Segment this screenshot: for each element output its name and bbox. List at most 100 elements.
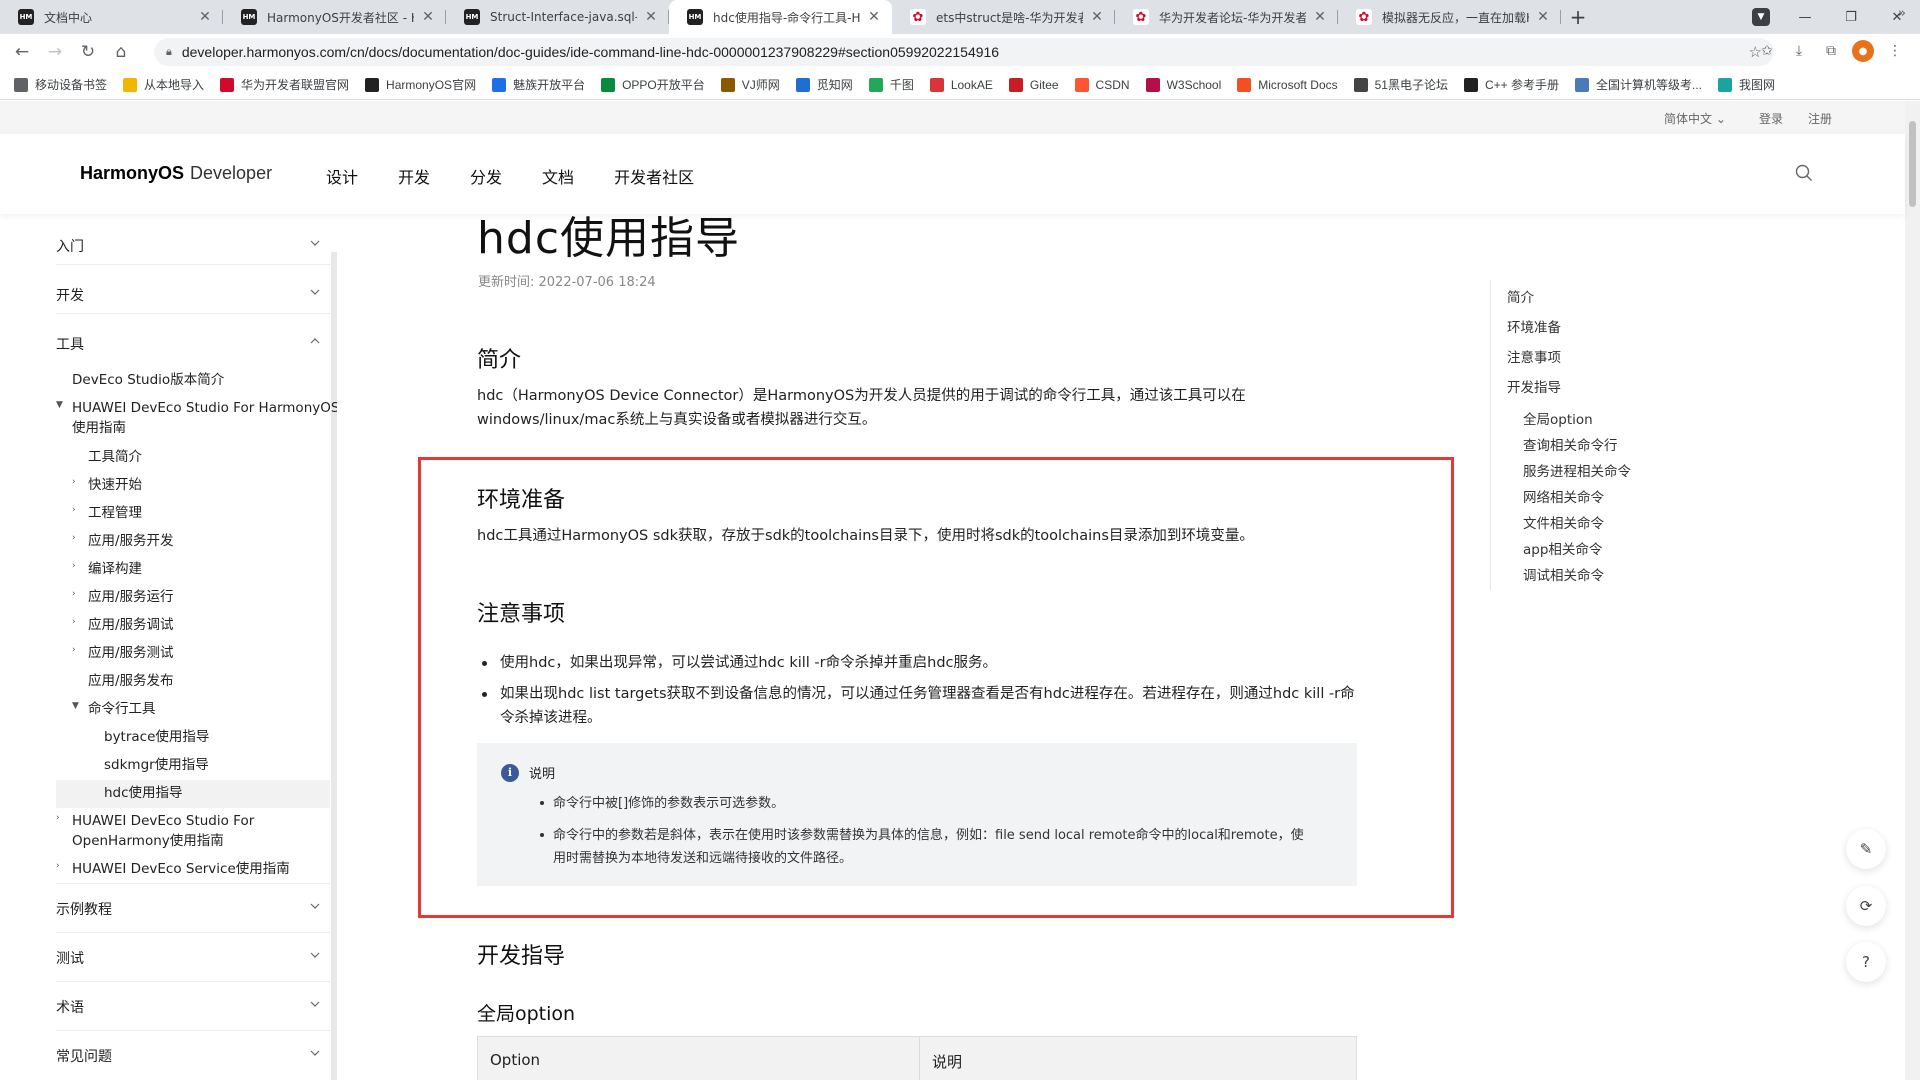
bookmark-item[interactable]: Microsoft Docs [1237, 77, 1338, 92]
toc-item[interactable]: 简介 [1507, 286, 1534, 306]
sidebar-item-sdkmgr[interactable]: sdkmgr使用指导 [104, 756, 209, 776]
restore-icon[interactable]: ❐ [1828, 0, 1874, 34]
feedback-edit-icon[interactable]: ✎ [1846, 829, 1886, 869]
sidebar-section-getting-started[interactable]: 入门 [56, 236, 320, 256]
sidebar-item-deveco-version[interactable]: DevEco Studio版本简介 [72, 371, 224, 391]
toc-subitem[interactable]: 网络相关命令 [1523, 486, 1604, 506]
bookmark-item[interactable]: 全国计算机等级考... [1575, 76, 1702, 93]
sidebar-item-hdc-selected[interactable]: hdc使用指导 [56, 780, 330, 808]
sidebar-item-deveco-openharmony[interactable]: › HUAWEI DevEco Studio For OpenHarmony使用… [56, 812, 254, 851]
home-icon[interactable]: ⌂ [105, 36, 137, 68]
help-icon[interactable]: ? [1846, 942, 1886, 982]
bookmark-item[interactable]: 觅知网 [795, 76, 853, 93]
sidebar-item-tool-intro[interactable]: 工具简介 [88, 448, 142, 468]
close-tab-icon[interactable]: ✕ [1535, 9, 1551, 25]
bookmark-item[interactable]: 51黑电子论坛 [1353, 76, 1448, 93]
sidebar-item-quick-start[interactable]: › 快速开始 [72, 476, 142, 496]
toc-subitem[interactable]: 查询相关命令行 [1523, 434, 1618, 454]
bookmark-item[interactable]: 我图网 [1718, 76, 1775, 93]
close-tab-icon[interactable]: ✕ [420, 9, 436, 25]
sidebar-section-glossary[interactable]: 术语 [56, 997, 320, 1017]
bookmark-item[interactable]: 从本地导入 [123, 76, 204, 93]
download-icon[interactable]: ⤓ [1788, 40, 1810, 62]
scrollbar-thumb[interactable] [1909, 121, 1916, 207]
new-tab-button[interactable]: + [1561, 0, 1595, 34]
nav-item-docs[interactable]: 文档 [542, 164, 574, 188]
nav-item-community[interactable]: 开发者社区 [614, 164, 694, 188]
sidebar-section-samples[interactable]: 示例教程 [56, 899, 320, 919]
refresh-icon[interactable]: ⟳ [1846, 886, 1886, 926]
forward-icon[interactable]: → [39, 36, 71, 68]
menu-icon[interactable]: ⋮ [1884, 40, 1906, 62]
close-tab-icon[interactable]: ✕ [197, 9, 213, 25]
bookmark-item[interactable]: 魅族开放平台 [492, 76, 585, 93]
bookmark-item[interactable]: VJ师网 [720, 76, 780, 93]
nav-item-develop[interactable]: 开发 [398, 164, 430, 188]
bookmark-item[interactable]: 千图 [868, 76, 914, 93]
toc-subitem[interactable]: 调试相关命令 [1523, 564, 1604, 584]
register-link[interactable]: 注册 [1808, 110, 1832, 127]
sidebar-section-faq[interactable]: 常见问题 [56, 1046, 320, 1066]
sidebar-item-deveco-service[interactable]: › HUAWEI DevEco Service使用指南 [56, 860, 290, 880]
bookmark-item[interactable]: LookAE [929, 77, 993, 92]
page-scrollbar[interactable] [1905, 101, 1920, 1080]
sidebar-item-app-dev[interactable]: › 应用/服务开发 [72, 532, 174, 552]
browser-tab[interactable]: ✿ ets中struct是啥-华为开发者 ✕ [892, 0, 1115, 34]
bookmark-item[interactable]: CSDN [1074, 77, 1130, 92]
bookmark-item[interactable]: Gitee [1008, 77, 1059, 92]
browser-tab-active[interactable]: HM hdc使用指导-命令行工具-HU ✕ [669, 0, 892, 34]
language-selector[interactable]: 简体中文 ⌄ [1664, 110, 1726, 127]
sidebar-item-project-mgmt[interactable]: › 工程管理 [72, 504, 142, 524]
bookmark-icon [123, 77, 138, 92]
close-tab-icon[interactable]: ✕ [1312, 9, 1328, 25]
sidebar-item-deveco-harmonyos[interactable]: ▼ HUAWEI DevEco Studio For HarmonyOS 使用指… [56, 399, 337, 438]
browser-tab[interactable]: HM 文档中心 ✕ [0, 0, 223, 34]
close-tab-icon[interactable]: ✕ [643, 9, 659, 25]
close-tab-icon[interactable]: ✕ [866, 9, 882, 25]
sidebar-item-app-test[interactable]: › 应用/服务测试 [72, 644, 174, 664]
more-bookmarks-icon[interactable]: » [1898, 6, 1906, 21]
minimize-icon[interactable]: — [1782, 0, 1828, 34]
bookmark-item[interactable]: C++ 参考手册 [1463, 76, 1559, 93]
extensions-icon[interactable]: ⧉ [1820, 40, 1842, 62]
browser-tab[interactable]: HM HarmonyOS开发者社区 - Ha ✕ [223, 0, 446, 34]
nav-item-distribute[interactable]: 分发 [470, 164, 502, 188]
toc-item[interactable]: 环境准备 [1507, 316, 1561, 336]
toc-item[interactable]: 开发指导 [1507, 376, 1561, 396]
tab-title: 模拟器无反应，一直在加载H [1382, 10, 1529, 25]
sidebar-item-bytrace[interactable]: bytrace使用指导 [104, 728, 209, 748]
sidebar-item-app-debug[interactable]: › 应用/服务调试 [72, 616, 174, 636]
sidebar-item-build[interactable]: › 编译构建 [72, 560, 142, 580]
browser-tab[interactable]: ✿ 模拟器无反应，一直在加载H ✕ [1338, 0, 1561, 34]
tab-search-icon[interactable]: ▼ [1752, 8, 1770, 26]
search-icon[interactable] [1795, 164, 1813, 182]
back-icon[interactable]: ← [6, 36, 38, 68]
toc-subitem[interactable]: 文件相关命令 [1523, 512, 1604, 532]
address-bar[interactable]: 🔒︎ developer.harmonyos.com/cn/docs/docum… [154, 38, 1774, 66]
bookmark-item[interactable]: 华为开发者联盟官网 [220, 76, 349, 93]
favorites-icon[interactable]: ✩ [1756, 40, 1778, 62]
site-logo[interactable]: HarmonyOS Developer [80, 163, 272, 184]
browser-tab[interactable]: HM Struct-Interface-java.sql-Jav ✕ [446, 0, 669, 34]
close-tab-icon[interactable]: ✕ [1089, 9, 1105, 25]
nav-item-design[interactable]: 设计 [326, 164, 358, 188]
toc-subitem[interactable]: app相关命令 [1523, 538, 1602, 558]
bookmark-item[interactable]: OPPO开放平台 [601, 76, 705, 93]
sidebar-section-testing[interactable]: 测试 [56, 948, 320, 968]
bookmark-item[interactable]: 移动设备书签 [14, 76, 107, 93]
sidebar-item-cli-tools[interactable]: ▼ 命令行工具 [72, 700, 156, 720]
toc-subitem[interactable]: 服务进程相关命令 [1523, 460, 1631, 480]
browser-tab[interactable]: ✿ 华为开发者论坛-华为开发者 ✕ [1115, 0, 1338, 34]
toc-subitem[interactable]: 全局option [1523, 408, 1593, 428]
bookmark-item[interactable]: HarmonyOS官网 [365, 76, 476, 93]
toc-item[interactable]: 注意事项 [1507, 346, 1561, 366]
bookmark-item[interactable]: W3School [1145, 77, 1221, 92]
sidebar-section-develop[interactable]: 开发 [56, 285, 320, 305]
sidebar-item-app-run[interactable]: › 应用/服务运行 [72, 588, 174, 608]
login-link[interactable]: 登录 [1759, 110, 1783, 127]
profile-avatar[interactable]: ● [1852, 40, 1874, 62]
reload-icon[interactable]: ↻ [72, 36, 104, 68]
sidebar-section-tools[interactable]: 工具 [56, 334, 320, 354]
close-window-icon[interactable]: ✕ [1874, 0, 1920, 34]
sidebar-item-app-publish[interactable]: 应用/服务发布 [88, 672, 174, 692]
